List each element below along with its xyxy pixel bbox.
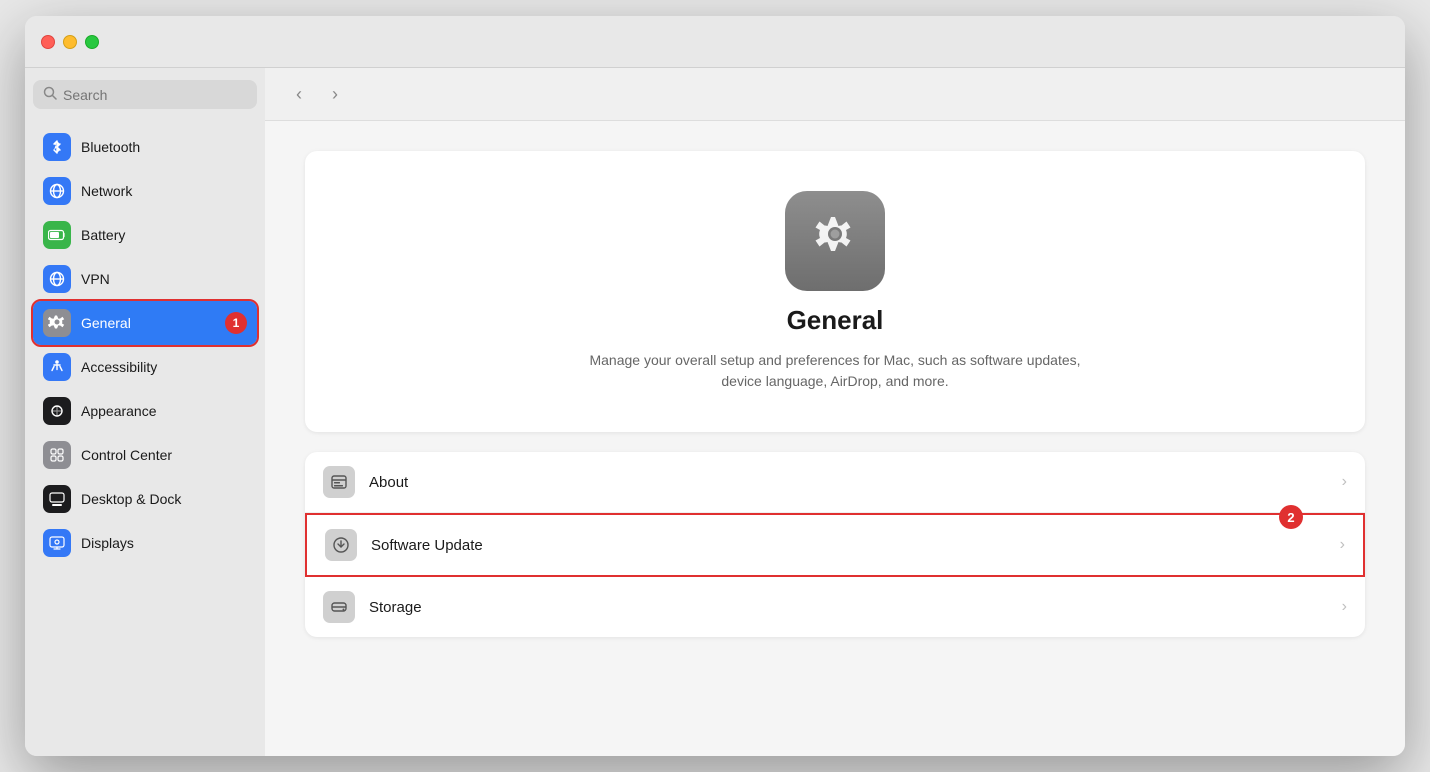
content-area: ‹ › General Manage your — [265, 68, 1405, 756]
general-badge: 1 — [225, 312, 247, 334]
bluetooth-label: Bluetooth — [81, 139, 140, 155]
accessibility-label: Accessibility — [81, 359, 157, 375]
sidebar-item-network[interactable]: Network — [33, 169, 257, 213]
settings-row-software-update[interactable]: Software Update › 2 — [305, 513, 1365, 577]
traffic-lights — [41, 35, 99, 49]
content-nav: ‹ › — [265, 68, 1405, 121]
settings-list: About › Software Update — [305, 452, 1365, 637]
sidebar-item-bluetooth[interactable]: Bluetooth — [33, 125, 257, 169]
about-label: About — [369, 474, 1328, 491]
displays-icon — [43, 529, 71, 557]
vpn-label: VPN — [81, 271, 110, 287]
search-input[interactable] — [63, 87, 247, 103]
header-card: General Manage your overall setup and pr… — [305, 151, 1365, 432]
maximize-button[interactable] — [85, 35, 99, 49]
about-icon — [323, 466, 355, 498]
content-body: General Manage your overall setup and pr… — [265, 121, 1405, 667]
sidebar-item-accessibility[interactable]: Accessibility — [33, 345, 257, 389]
sidebar-item-desktop-dock[interactable]: Desktop & Dock — [33, 477, 257, 521]
general-label: General — [81, 315, 131, 331]
minimize-button[interactable] — [63, 35, 77, 49]
sidebar: Bluetooth Network — [25, 68, 265, 756]
settings-row-storage[interactable]: Storage › — [305, 577, 1365, 637]
forward-button[interactable]: › — [321, 80, 349, 108]
sidebar-item-general[interactable]: General 1 — [33, 301, 257, 345]
battery-icon — [43, 221, 71, 249]
system-settings-window: Bluetooth Network — [25, 16, 1405, 756]
general-icon — [43, 309, 71, 337]
software-update-chevron: › — [1340, 536, 1345, 554]
storage-chevron: › — [1342, 598, 1347, 616]
vpn-icon — [43, 265, 71, 293]
battery-label: Battery — [81, 227, 125, 243]
displays-label: Displays — [81, 535, 134, 551]
section-title: General — [787, 305, 884, 336]
bluetooth-icon — [43, 133, 71, 161]
control-center-icon — [43, 441, 71, 469]
back-button[interactable]: ‹ — [285, 80, 313, 108]
search-bar[interactable] — [33, 80, 257, 109]
sidebar-item-battery[interactable]: Battery — [33, 213, 257, 257]
search-icon — [43, 86, 57, 103]
storage-icon — [323, 591, 355, 623]
about-chevron: › — [1342, 473, 1347, 491]
section-description: Manage your overall setup and preference… — [585, 350, 1085, 392]
settings-row-about[interactable]: About › — [305, 452, 1365, 513]
main-layout: Bluetooth Network — [25, 68, 1405, 756]
storage-label: Storage — [369, 599, 1328, 616]
step-2-badge: 2 — [1279, 505, 1303, 529]
sidebar-item-displays[interactable]: Displays — [33, 521, 257, 565]
appearance-icon — [43, 397, 71, 425]
desktop-dock-icon — [43, 485, 71, 513]
software-update-label: Software Update — [371, 537, 1326, 554]
appearance-label: Appearance — [81, 403, 157, 419]
app-icon — [785, 191, 885, 291]
titlebar — [25, 16, 1405, 68]
desktop-dock-label: Desktop & Dock — [81, 491, 181, 507]
accessibility-icon — [43, 353, 71, 381]
close-button[interactable] — [41, 35, 55, 49]
software-update-icon — [325, 529, 357, 561]
sidebar-item-vpn[interactable]: VPN — [33, 257, 257, 301]
network-label: Network — [81, 183, 132, 199]
control-center-label: Control Center — [81, 447, 172, 463]
network-icon — [43, 177, 71, 205]
sidebar-item-control-center[interactable]: Control Center — [33, 433, 257, 477]
sidebar-item-appearance[interactable]: Appearance — [33, 389, 257, 433]
